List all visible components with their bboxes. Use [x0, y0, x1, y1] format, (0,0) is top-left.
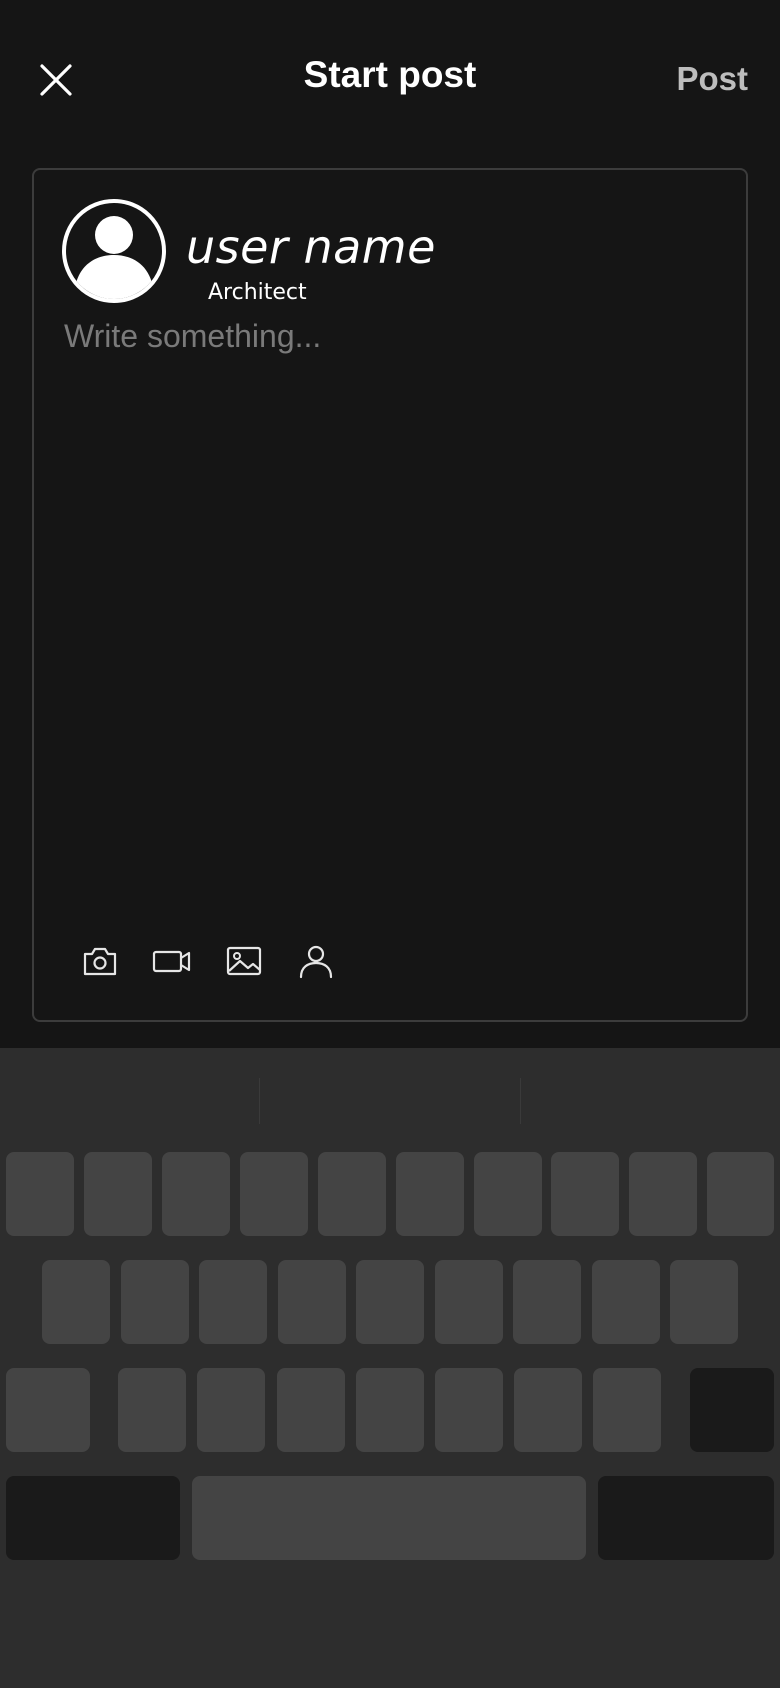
tag-person-button[interactable] — [296, 938, 368, 984]
keyboard-key[interactable] — [84, 1152, 152, 1236]
mode-switch-key[interactable] — [6, 1476, 180, 1560]
space-key[interactable] — [192, 1476, 586, 1560]
tag-person-icon — [299, 945, 333, 979]
backspace-key[interactable] — [690, 1368, 774, 1452]
start-post-screen: Start post Post user name Architect — [0, 0, 780, 1688]
keyboard-key[interactable] — [435, 1260, 503, 1344]
keyboard-key[interactable] — [162, 1152, 230, 1236]
shift-key[interactable] — [6, 1368, 90, 1452]
keyboard-key[interactable] — [6, 1152, 74, 1236]
image-icon — [226, 946, 262, 976]
return-key[interactable] — [598, 1476, 774, 1560]
keyboard-key[interactable] — [551, 1152, 619, 1236]
keyboard-key[interactable] — [118, 1368, 186, 1452]
camera-icon — [83, 947, 117, 976]
keyboard-key[interactable] — [474, 1152, 542, 1236]
add-photo-button[interactable] — [80, 938, 152, 984]
keyboard-key[interactable] — [629, 1152, 697, 1236]
keyboard-key[interactable] — [318, 1152, 386, 1236]
post-text-input[interactable] — [64, 318, 714, 918]
keyboard-key[interactable] — [592, 1260, 660, 1344]
keyboard-key[interactable] — [514, 1368, 582, 1452]
keyboard-key[interactable] — [277, 1368, 345, 1452]
suggestion-divider — [259, 1078, 260, 1124]
keyboard-key[interactable] — [356, 1260, 424, 1344]
keyboard-key[interactable] — [670, 1260, 738, 1344]
keyboard-key[interactable] — [278, 1260, 346, 1344]
keyboard-key[interactable] — [356, 1368, 424, 1452]
keyboard-key[interactable] — [707, 1152, 774, 1236]
page-title: Start post — [303, 54, 477, 95]
avatar — [62, 199, 166, 303]
attachment-toolbar — [80, 938, 368, 984]
keyboard-key[interactable] — [42, 1260, 110, 1344]
keyboard-key[interactable] — [240, 1152, 308, 1236]
video-icon — [152, 950, 191, 973]
keyboard-key[interactable] — [197, 1368, 265, 1452]
keyboard-key[interactable] — [593, 1368, 661, 1452]
add-image-button[interactable] — [224, 938, 296, 984]
keyboard — [0, 1048, 780, 1688]
user-avatar-icon — [74, 216, 154, 299]
suggestion-divider — [520, 1078, 521, 1124]
compose-card: user name Architect — [32, 168, 748, 1022]
user-role: Architect — [208, 280, 307, 305]
post-button[interactable]: Post — [676, 60, 748, 98]
keyboard-key[interactable] — [513, 1260, 581, 1344]
user-name: user name — [186, 220, 436, 274]
header: Start post Post — [0, 0, 780, 150]
keyboard-key[interactable] — [435, 1368, 503, 1452]
add-video-button[interactable] — [152, 938, 224, 984]
keyboard-key[interactable] — [199, 1260, 267, 1344]
keyboard-key[interactable] — [396, 1152, 464, 1236]
keyboard-key[interactable] — [121, 1260, 189, 1344]
